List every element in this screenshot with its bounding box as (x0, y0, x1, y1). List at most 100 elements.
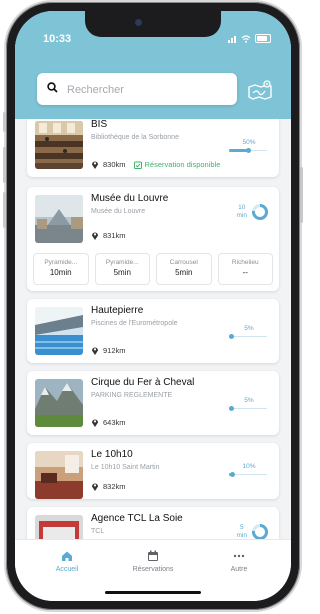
wait-ring-icon (252, 523, 269, 539)
occupancy-bar (229, 334, 267, 339)
wait-time-indicator: 5 min (237, 523, 269, 539)
screen: 10:33 BIS (15, 11, 291, 601)
metro-station-name: Pyramide... (105, 259, 139, 266)
power-button (300, 167, 303, 223)
tab-label: Accueil (55, 566, 79, 573)
occupancy-indicator: 5% (229, 325, 269, 339)
calendar-check-icon (133, 161, 142, 169)
places-list[interactable]: BIS Bibliothèque de la Sorbonne 830km Ré… (15, 119, 291, 539)
place-card-cirque[interactable]: Cirque du Fer à Cheval PARKING REGLEMENT… (27, 371, 279, 435)
place-subtitle: TCL (91, 528, 105, 535)
metro-station-name: Richelieu (231, 259, 259, 266)
occupancy-bar (229, 472, 267, 477)
place-title: Agence TCL La Soie (91, 513, 183, 524)
search-icon (47, 82, 58, 93)
place-meta: 831km (91, 231, 126, 240)
occupancy-label: 50% (242, 139, 256, 146)
wait-time-text: 5 min (237, 524, 247, 539)
reservation-status: Réservation disponible (133, 160, 221, 169)
metro-stations: Pyramide... 10min Pyramide... 5min Carrous… (33, 253, 273, 285)
battery-icon (255, 34, 271, 44)
place-card-agence-tcl[interactable]: Agence TCL La Soie TCL 5 min (27, 507, 279, 539)
wait-time-unit: min (236, 212, 247, 219)
location-pin-icon (92, 161, 98, 169)
tab-accueil[interactable]: Accueil (27, 550, 107, 573)
place-thumbnail (35, 515, 83, 539)
location-pin-icon (92, 232, 98, 240)
occupancy-label: 5% (244, 397, 254, 404)
metro-station-time: 5min (175, 268, 193, 277)
place-subtitle: PARKING REGLEMENTE (91, 392, 173, 399)
place-thumbnail (35, 307, 83, 355)
place-title: BIS (91, 119, 108, 130)
home-icon (62, 551, 72, 561)
metro-station[interactable]: Richelieu -- (217, 253, 273, 285)
place-subtitle: Le 10h10 Saint Martin (91, 464, 160, 471)
tab-reservations[interactable]: Réservations (113, 550, 193, 573)
occupancy-bar (229, 148, 267, 153)
place-meta: 912km (91, 346, 126, 355)
status-time: 10:33 (43, 33, 72, 45)
place-thumbnail (35, 121, 83, 169)
place-title: Cirque du Fer à Cheval (91, 377, 195, 388)
notch (85, 11, 221, 37)
metro-station-name: Pyramide... (44, 259, 78, 266)
place-distance: 831km (103, 231, 126, 240)
wait-time-indicator: 10 min (237, 203, 269, 221)
volume-up-button (3, 147, 6, 183)
location-pin-icon (92, 483, 98, 491)
occupancy-bar (229, 406, 267, 411)
place-distance: 830km (103, 160, 126, 169)
phone-frame: 10:33 BIS (3, 2, 303, 610)
tab-label: Autre (230, 566, 248, 573)
wait-time-value: 5 (239, 524, 244, 531)
place-title: Musée du Louvre (91, 193, 169, 204)
metro-station-time: -- (242, 268, 248, 277)
more-icon (233, 554, 245, 558)
status-icons (227, 33, 271, 44)
location-pin-icon (92, 347, 98, 355)
place-card-hautepierre[interactable]: Hautepierre Piscines de l'Eurométropole … (27, 299, 279, 363)
place-distance: 912km (103, 346, 126, 355)
wifi-icon (242, 35, 251, 43)
calendar-icon (148, 550, 158, 561)
search-input[interactable] (65, 79, 229, 101)
search-bar[interactable] (37, 73, 237, 105)
occupancy-indicator: 10% (229, 463, 269, 477)
wait-time-value: 10 (238, 204, 246, 211)
metro-station[interactable]: Pyramide... 10min (33, 253, 89, 285)
place-meta: 643km (91, 418, 126, 427)
place-meta: 832km (91, 482, 126, 491)
home-indicator (105, 591, 201, 594)
place-thumbnail (35, 195, 83, 243)
place-subtitle: Piscines de l'Eurométropole (91, 320, 178, 327)
tab-autre[interactable]: Autre (199, 550, 279, 573)
place-card-louvre[interactable]: Musée du Louvre Musée du Louvre 831km 10… (27, 187, 279, 291)
place-title: Hautepierre (91, 305, 144, 316)
metro-station[interactable]: Carrousel 5min (156, 253, 212, 285)
place-distance: 832km (103, 482, 126, 491)
header: 10:33 (15, 11, 291, 119)
occupancy-label: 10% (242, 463, 256, 470)
metro-station-name: Carrousel (169, 259, 198, 266)
place-thumbnail (35, 379, 83, 427)
tab-label: Réservations (132, 566, 174, 573)
occupancy-indicator: 50% (229, 139, 269, 153)
mute-switch (3, 112, 6, 132)
metro-station-time: 5min (113, 268, 131, 277)
volume-down-button (3, 192, 6, 228)
camera (135, 19, 142, 26)
metro-station[interactable]: Pyramide... 5min (94, 253, 150, 285)
location-pin-icon (92, 419, 98, 427)
map-icon[interactable] (247, 79, 273, 101)
place-meta: 830km Réservation disponible (91, 160, 220, 169)
signal-icon (227, 35, 236, 43)
place-thumbnail (35, 451, 83, 499)
place-card-bis[interactable]: BIS Bibliothèque de la Sorbonne 830km Ré… (27, 119, 279, 177)
reservation-label: Réservation disponible (144, 160, 221, 169)
metro-station-time: 10min (49, 268, 72, 277)
place-card-le-10h10[interactable]: Le 10h10 Le 10h10 Saint Martin 832km 10% (27, 443, 279, 499)
wait-ring-icon (252, 203, 269, 220)
occupancy-label: 5% (244, 325, 254, 332)
place-title: Le 10h10 (91, 449, 133, 460)
